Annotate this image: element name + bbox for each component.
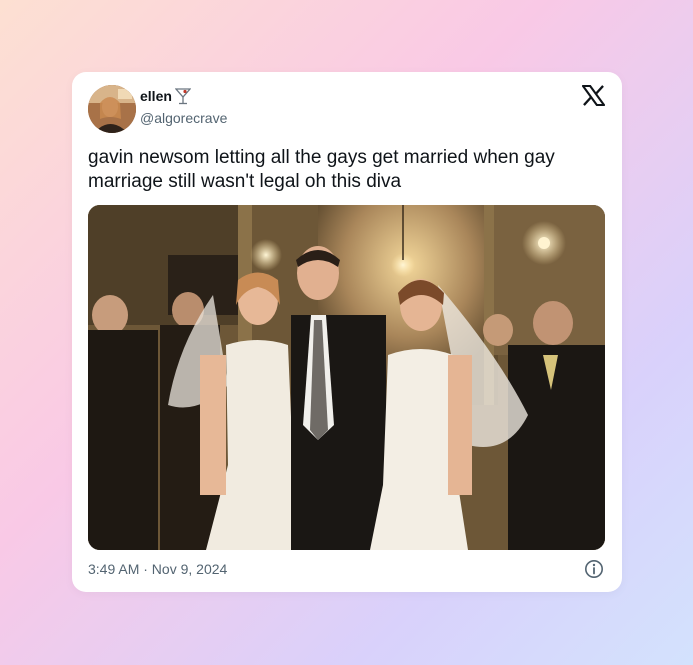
- tweet-photo[interactable]: [88, 205, 605, 550]
- x-logo-icon[interactable]: [582, 85, 605, 106]
- info-icon[interactable]: [584, 559, 604, 579]
- tweet-card: ellen @algorecrave gavin newsom letting …: [72, 72, 622, 592]
- avatar-image: [88, 85, 136, 133]
- cocktail-glass-icon: [175, 88, 191, 105]
- wedding-photo: [88, 205, 605, 550]
- tweet-text: gavin newsom letting all the gays get ma…: [88, 147, 555, 192]
- user-handle[interactable]: @algorecrave: [140, 110, 227, 126]
- tweet-timestamp[interactable]: 3:49 AM · Nov 9, 2024: [88, 561, 227, 577]
- user-name[interactable]: ellen: [140, 88, 172, 104]
- avatar[interactable]: [88, 85, 136, 133]
